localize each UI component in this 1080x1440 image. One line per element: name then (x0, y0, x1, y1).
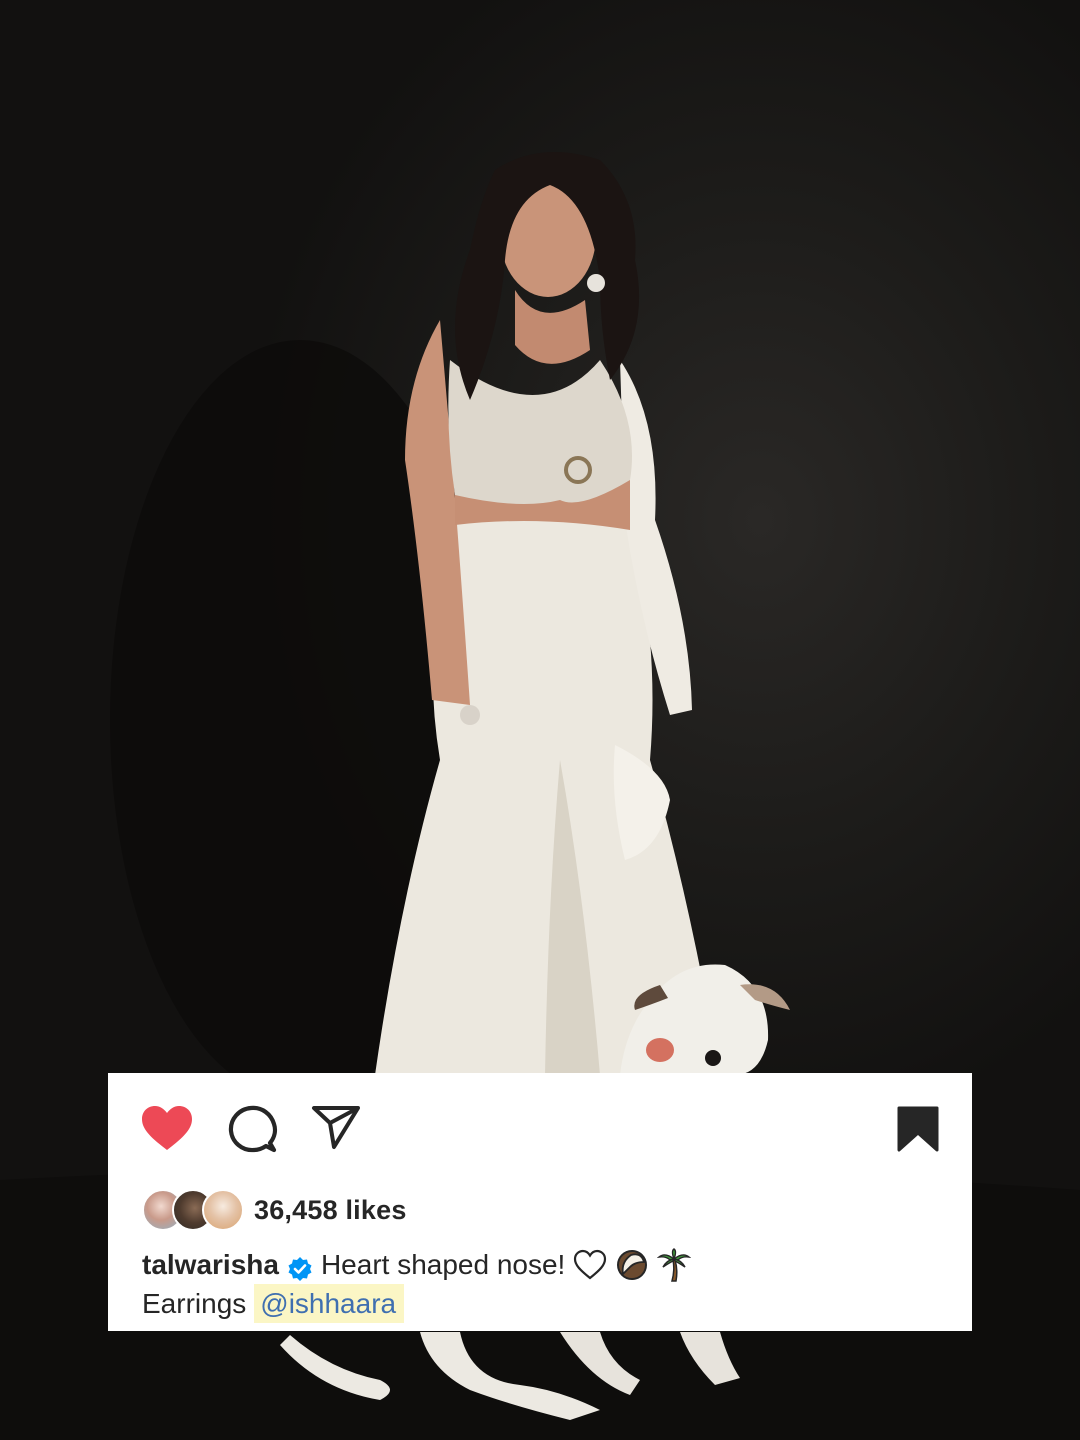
action-bar (108, 1073, 972, 1183)
bookmark-icon[interactable] (896, 1105, 940, 1153)
post-photo: 36,458 likes talwarisha Heart shaped nos… (0, 0, 1080, 1440)
liker-avatars (142, 1189, 250, 1231)
post-card: 36,458 likes talwarisha Heart shaped nos… (108, 1073, 972, 1331)
heart-outline-icon (573, 1248, 607, 1282)
coconut-icon (615, 1248, 649, 1282)
avatar (202, 1189, 244, 1231)
send-icon[interactable] (311, 1104, 361, 1150)
mention-link[interactable]: @ishhaara (254, 1284, 405, 1323)
caption-line-2: Earrings @ishhaara (142, 1284, 942, 1323)
caption-line-1: talwarisha Heart shaped nose! (142, 1245, 942, 1284)
likes-count[interactable]: 36,458 likes (254, 1195, 407, 1226)
username-link[interactable]: talwarisha (142, 1245, 279, 1284)
palm-tree-icon (656, 1247, 692, 1282)
likes-row[interactable]: 36,458 likes (142, 1187, 407, 1233)
caption-earrings-text: Earrings (142, 1288, 247, 1319)
comment-icon[interactable] (226, 1103, 278, 1155)
caption-text: Heart shaped nose! (320, 1249, 566, 1280)
heart-icon[interactable] (140, 1104, 194, 1152)
verified-badge-icon (287, 1253, 313, 1281)
caption: talwarisha Heart shaped nose! Earrings @… (142, 1245, 942, 1323)
